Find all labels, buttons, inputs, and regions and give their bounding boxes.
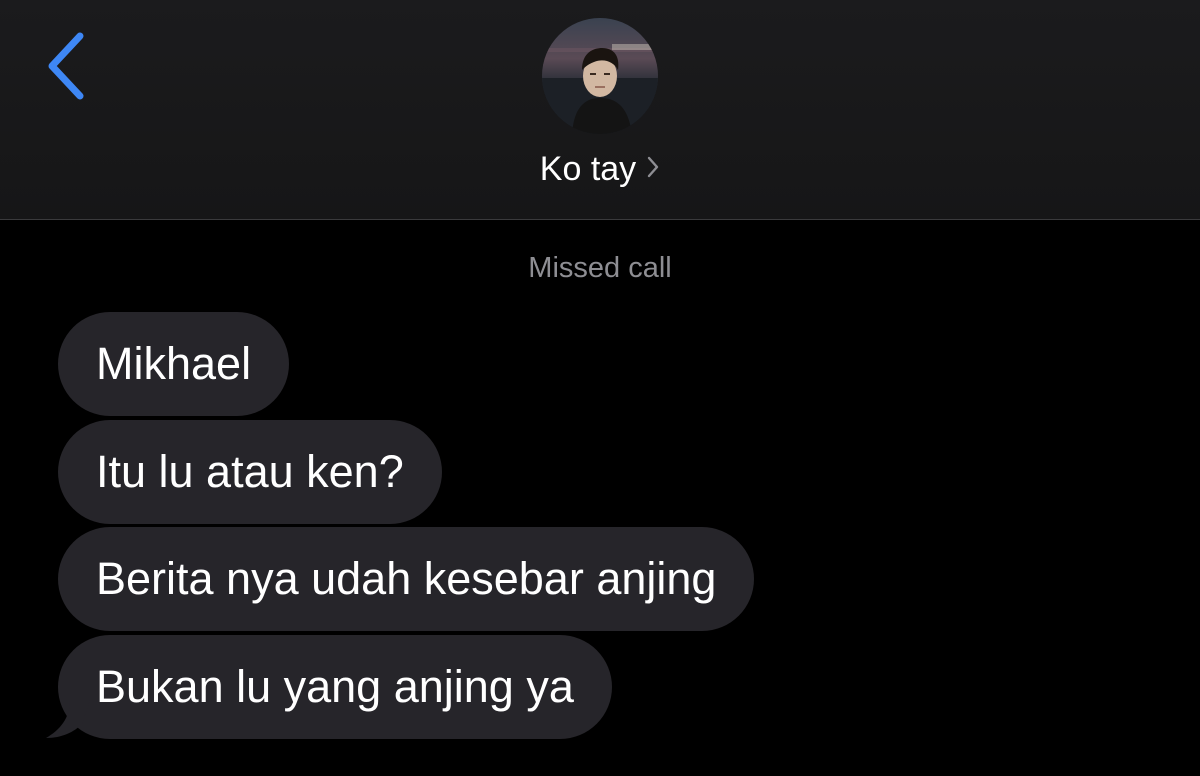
chevron-right-icon [647, 156, 659, 178]
bubble-tail [46, 700, 90, 738]
missed-call-status: Missed call [528, 252, 672, 284]
avatar-photo [542, 18, 658, 134]
conversation-screen: Ko tay Missed call Mikhael Itu lu atau k… [0, 0, 1200, 776]
contact-avatar[interactable] [542, 18, 658, 134]
message-bubble[interactable]: Mikhael [58, 312, 290, 416]
contact-name-button[interactable]: Ko tay [0, 146, 1200, 191]
message-bubble[interactable]: Bukan lu yang anjing ya [58, 635, 612, 739]
message-bubble[interactable]: Berita nya udah kesebar anjing [58, 527, 755, 631]
conversation-header: Ko tay [0, 0, 1200, 220]
back-button[interactable] [40, 28, 100, 104]
chevron-left-icon [48, 32, 84, 100]
message-bubble[interactable]: Itu lu atau ken? [58, 420, 442, 524]
contact-name: Ko tay [539, 150, 637, 188]
